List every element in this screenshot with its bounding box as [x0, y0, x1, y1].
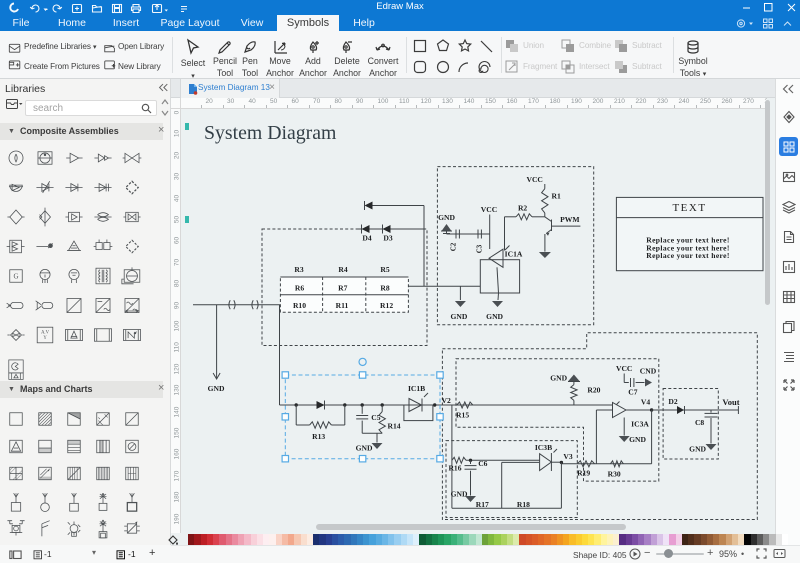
- svg-text:R19: R19: [577, 468, 590, 477]
- svg-text:V3: V3: [563, 452, 572, 461]
- svg-text:D3: D3: [383, 234, 392, 243]
- svg-text:IC3A: IC3A: [631, 419, 649, 428]
- svg-text:C6: C6: [478, 459, 487, 468]
- svg-text:R10: R10: [293, 301, 306, 310]
- svg-text:Y: Y: [43, 336, 47, 341]
- svg-text:IC1B: IC1B: [408, 384, 425, 393]
- svg-text:IC1A: IC1A: [505, 250, 523, 259]
- svg-text:Vout: Vout: [722, 397, 739, 407]
- svg-text:VCC: VCC: [481, 205, 497, 214]
- svg-text:VCC: VCC: [616, 364, 632, 373]
- svg-text:GND: GND: [486, 312, 503, 321]
- svg-text:C8: C8: [695, 418, 704, 427]
- svg-text:GND: GND: [208, 384, 225, 393]
- svg-text:R1: R1: [552, 192, 561, 201]
- svg-text:D4: D4: [362, 234, 371, 243]
- svg-text:R15: R15: [456, 411, 469, 420]
- svg-text:R2: R2: [518, 204, 527, 213]
- svg-text:A.V: A.V: [41, 330, 50, 335]
- svg-text:IC3B: IC3B: [535, 443, 552, 452]
- svg-text:GND: GND: [550, 374, 567, 383]
- svg-text:GND: GND: [356, 444, 373, 453]
- svg-text:V2: V2: [442, 396, 451, 405]
- svg-text:Replace your text here!: Replace your text here!: [646, 251, 729, 260]
- svg-text:R4: R4: [338, 265, 347, 274]
- svg-text:TEXT: TEXT: [672, 202, 706, 214]
- svg-text:R3: R3: [294, 265, 303, 274]
- svg-text:GND: GND: [689, 445, 706, 454]
- svg-text:R13: R13: [312, 432, 325, 441]
- svg-text:C2: C2: [450, 242, 458, 251]
- svg-text:R8: R8: [380, 284, 389, 293]
- svg-text:R30: R30: [608, 470, 621, 479]
- svg-text:C3: C3: [476, 244, 484, 253]
- svg-text:G: G: [13, 273, 18, 281]
- svg-text:GND: GND: [450, 312, 467, 321]
- svg-text:VCC: VCC: [526, 175, 542, 184]
- svg-text:R5: R5: [380, 265, 389, 274]
- svg-text:CND: CND: [640, 367, 657, 376]
- svg-text:R12: R12: [380, 301, 393, 310]
- svg-text:PWM: PWM: [560, 215, 579, 224]
- svg-text:R7: R7: [338, 284, 347, 293]
- svg-text:GND: GND: [629, 435, 646, 444]
- svg-text:R16: R16: [448, 464, 461, 473]
- svg-text:GND: GND: [438, 213, 455, 222]
- svg-text:R18: R18: [517, 500, 530, 509]
- svg-text:R17: R17: [476, 500, 489, 509]
- svg-text:R14: R14: [388, 422, 401, 431]
- svg-text:R20: R20: [587, 386, 600, 395]
- svg-text:R11: R11: [336, 301, 349, 310]
- svg-text:D2: D2: [668, 397, 677, 406]
- svg-text:GND: GND: [451, 490, 468, 499]
- svg-text:R6: R6: [295, 284, 304, 293]
- svg-text:V4: V4: [641, 398, 650, 407]
- svg-text:C7: C7: [628, 388, 637, 397]
